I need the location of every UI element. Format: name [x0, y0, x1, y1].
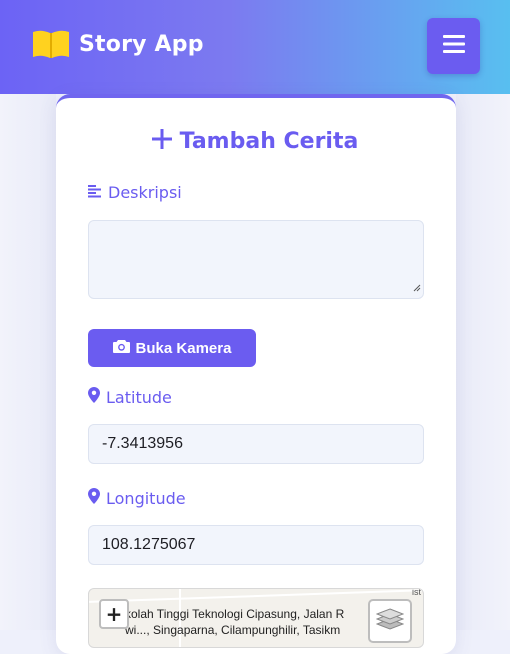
zoom-in-button[interactable]: + [99, 599, 129, 629]
app-name: Story App [79, 31, 204, 57]
latitude-label: Latitude [88, 387, 172, 407]
add-story-card [56, 94, 456, 654]
map-address-line: kolah Tinggi Teknologi Cipasung, Jalan R [125, 607, 345, 621]
open-camera-label: Buka Kamera [135, 339, 232, 357]
map-pin-icon [88, 488, 106, 508]
page-background-left [0, 94, 56, 630]
camera-icon [112, 339, 136, 357]
page-background-right [456, 94, 510, 630]
menu-button[interactable] [427, 18, 480, 74]
open-book-icon [31, 28, 71, 60]
latitude-value: -7.3413956 [102, 435, 183, 452]
description-label: Deskripsi [88, 183, 182, 202]
longitude-label-text: Longitude [106, 488, 186, 508]
app-header: Story App [0, 0, 510, 94]
page-title: Tambah Cerita [0, 128, 510, 154]
description-textarea[interactable] [88, 220, 424, 299]
layers-icon [375, 607, 405, 635]
map-pin-icon [88, 387, 106, 407]
align-left-icon [88, 183, 108, 202]
app-logo[interactable]: Story App [31, 28, 204, 60]
page-title-text: Tambah Cerita [179, 128, 359, 154]
hamburger-icon [442, 34, 465, 58]
latitude-input[interactable]: -7.3413956 [88, 424, 424, 464]
longitude-input[interactable]: 108.1275067 [88, 525, 424, 565]
description-label-text: Deskripsi [108, 183, 182, 202]
resize-grip-icon[interactable] [413, 277, 421, 296]
open-camera-button[interactable]: Buka Kamera [88, 329, 256, 367]
map-address-popup: kolah Tinggi Teknologi Cipasung, Jalan R… [125, 606, 375, 638]
layers-button[interactable] [368, 599, 412, 643]
plus-icon [151, 128, 172, 154]
latitude-label-text: Latitude [106, 387, 172, 407]
map-edge-label: ist [412, 588, 421, 597]
longitude-value: 108.1275067 [102, 536, 196, 553]
longitude-label: Longitude [88, 488, 186, 508]
location-map[interactable]: ist kolah Tinggi Teknologi Cipasung, Jal… [88, 588, 424, 648]
map-address-line: wi..., Singaparna, Cilampunghilir, Tasik… [125, 623, 341, 637]
